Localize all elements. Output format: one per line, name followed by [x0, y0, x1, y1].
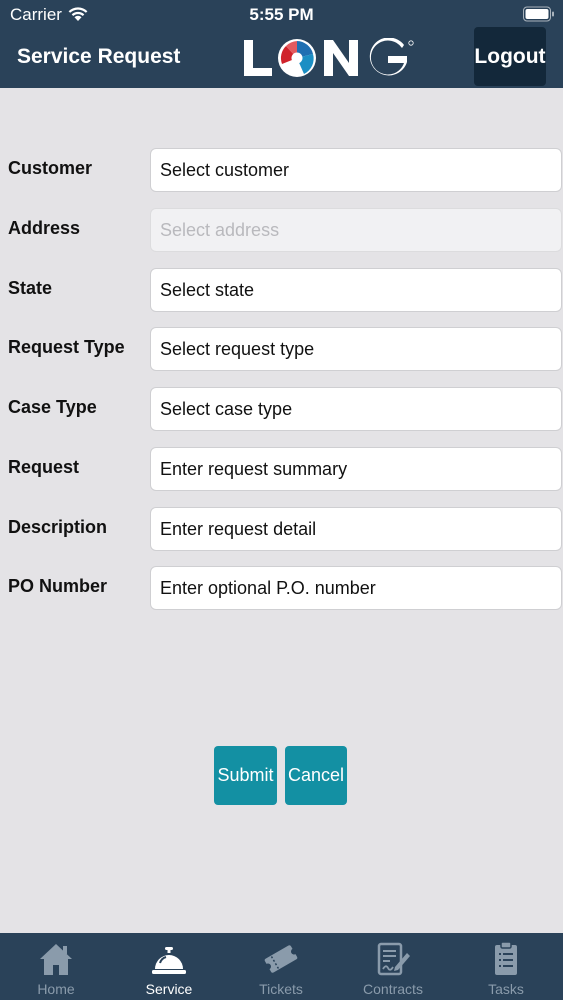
address-label: Address	[8, 218, 81, 238]
status-time: 5:55 PM	[249, 5, 314, 24]
po-number-row: PO Number Enter optional P.O. number	[0, 566, 563, 610]
tab-home-label: Home	[37, 981, 75, 997]
request-type-label: Request Type	[8, 337, 125, 357]
clipboard-icon	[495, 941, 517, 975]
tab-contracts-label: Contracts	[363, 981, 423, 997]
navigation-bar: Carrier 5:55 PM Service Request Logout	[0, 0, 563, 88]
case-type-label: Case Type	[8, 397, 97, 417]
cancel-button[interactable]: Cancel	[285, 746, 347, 805]
tickets-icon	[264, 945, 298, 973]
tab-tasks-label: Tasks	[488, 981, 524, 997]
customer-row: Customer Select customer	[0, 148, 563, 192]
request-type-select[interactable]: Select request type	[150, 327, 562, 371]
address-select[interactable]: Select address	[150, 208, 562, 252]
po-number-input[interactable]: Enter optional P.O. number	[150, 566, 562, 610]
request-label: Request	[8, 457, 80, 477]
tab-service-label: Service	[145, 981, 193, 997]
status-bar: Carrier 5:55 PM	[0, 0, 563, 30]
case-type-row: Case Type Select case type	[0, 387, 563, 431]
case-type-select[interactable]: Select case type	[150, 387, 562, 431]
customer-label: Customer	[8, 158, 93, 178]
tab-bar: Home Service Tickets Contracts Tasks	[0, 933, 563, 1000]
submit-button[interactable]: Submit	[214, 746, 277, 805]
state-label: State	[8, 278, 53, 298]
description-row: Description Enter request detail	[0, 507, 563, 551]
tab-tasks[interactable]: Tasks	[450, 933, 562, 1000]
tab-contracts[interactable]: Contracts	[337, 933, 449, 1000]
home-icon	[40, 944, 72, 975]
contract-icon	[377, 942, 410, 976]
tab-tickets[interactable]: Tickets	[225, 933, 337, 1000]
request-summary-input[interactable]: Enter request summary	[150, 447, 562, 491]
tab-home[interactable]: Home	[0, 933, 112, 1000]
page-title: Service Request	[17, 45, 181, 68]
request-type-row: Request Type Select request type	[0, 327, 563, 371]
tab-service[interactable]: Service	[113, 933, 225, 1000]
tab-tickets-label: Tickets	[259, 981, 303, 997]
logout-button[interactable]: Logout	[474, 27, 546, 86]
state-select[interactable]: Select state	[150, 268, 562, 312]
state-row: State Select state	[0, 268, 563, 312]
po-number-label: PO Number	[8, 576, 108, 596]
customer-select[interactable]: Select customer	[150, 148, 562, 192]
request-row: Request Enter request summary	[0, 447, 563, 491]
battery-icon	[523, 6, 554, 22]
long-logo	[244, 38, 414, 77]
description-label: Description	[8, 517, 108, 537]
service-bell-icon	[152, 947, 186, 974]
address-row: Address Select address	[0, 208, 563, 252]
description-input[interactable]: Enter request detail	[150, 507, 562, 551]
